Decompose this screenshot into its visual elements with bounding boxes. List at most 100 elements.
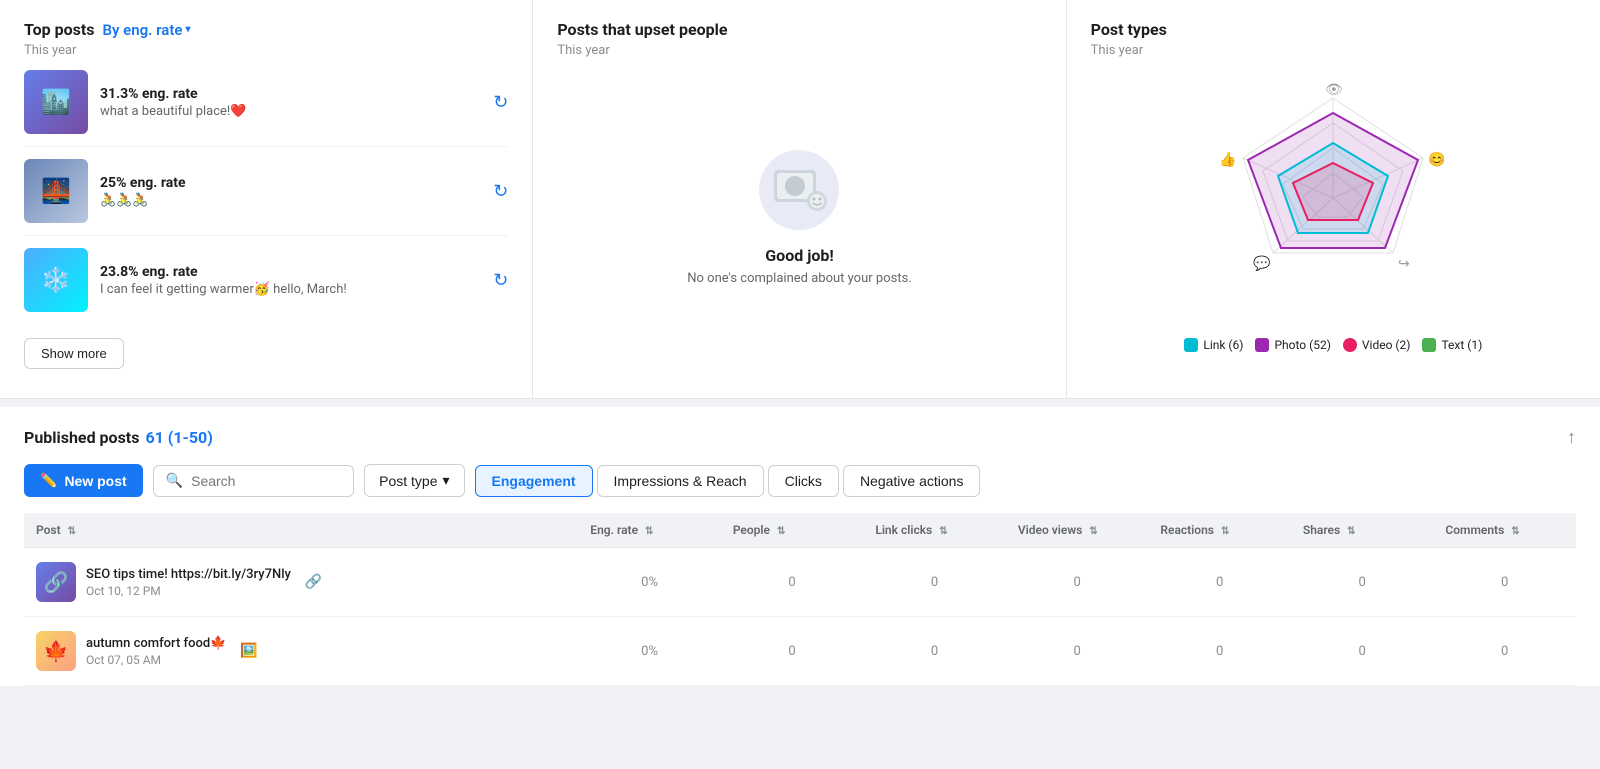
td-video-views-0: 0 (1006, 548, 1149, 617)
list-item: 🌉 25% eng. rate 🚴🚴🚴 ↻ (24, 147, 508, 236)
list-item: 🏙️ 31.3% eng. rate what a beautiful plac… (24, 58, 508, 147)
post-types-panel: Post types This year (1067, 0, 1600, 398)
legend-label-link: Link (6) (1203, 338, 1243, 352)
post-title-1: autumn comfort food🍁 (86, 636, 226, 651)
legend-dot-link (1184, 338, 1198, 352)
list-item: ❄️ 23.8% eng. rate I can feel it getting… (24, 236, 508, 324)
post-type-label: Post type (379, 473, 437, 489)
legend-item-text: Text (1) (1422, 338, 1482, 352)
svg-text:↪: ↪ (1398, 256, 1410, 272)
tab-impressions-reach[interactable]: Impressions & Reach (597, 465, 764, 497)
legend-dot-text (1422, 338, 1436, 352)
sort-icon: ⇅ (777, 526, 785, 537)
top-posts-panel: Top posts By eng. rate ▾ This year 🏙️ 31… (0, 0, 533, 398)
good-job-description: No one's complained about your posts. (687, 271, 911, 286)
radar-chart: 👁 😊 ↪ 💬 👍 (1203, 68, 1463, 328)
post-text: what a beautiful place!❤️ (100, 104, 481, 119)
upset-posts-panel: Posts that upset people This year Good j… (533, 0, 1066, 398)
post-info-0: 🔗 SEO tips time! https://bit.ly/3ry7Nly … (36, 562, 566, 602)
chevron-down-icon: ▾ (185, 24, 190, 35)
th-video-views[interactable]: Video views ⇅ (1006, 513, 1149, 548)
th-eng-rate[interactable]: Eng. rate ⇅ (578, 513, 721, 548)
export-button[interactable]: ↑ (1567, 427, 1576, 448)
td-post-1: 🍁 autumn comfort food🍁 Oct 07, 05 AM 🖼️ (24, 617, 578, 686)
top-posts-period: This year (24, 43, 508, 58)
posts-table: Post ⇅ Eng. rate ⇅ People ⇅ Link clicks … (24, 513, 1576, 686)
search-input[interactable] (191, 473, 341, 489)
post-eng-rate: 31.3% eng. rate (100, 86, 481, 102)
refresh-icon[interactable]: ↻ (493, 92, 508, 113)
th-link-clicks[interactable]: Link clicks ⇅ (863, 513, 1006, 548)
table-row: 🍁 autumn comfort food🍁 Oct 07, 05 AM 🖼️ … (24, 617, 1576, 686)
show-more-button[interactable]: Show more (24, 338, 124, 369)
table-row: 🔗 SEO tips time! https://bit.ly/3ry7Nly … (24, 548, 1576, 617)
post-info: 23.8% eng. rate I can feel it getting wa… (100, 264, 481, 297)
legend-item-video: Video (2) (1343, 338, 1411, 352)
post-type-button[interactable]: Post type ▾ (364, 464, 464, 497)
th-post[interactable]: Post ⇅ (24, 513, 578, 548)
td-link-clicks-1: 0 (863, 617, 1006, 686)
view-tabs: Engagement Impressions & Reach Clicks Ne… (475, 465, 981, 497)
td-people-0: 0 (721, 548, 864, 617)
svg-text:👁: 👁 (1325, 82, 1343, 98)
legend-label-text: Text (1) (1441, 338, 1482, 352)
post-text: 🚴🚴🚴 (100, 193, 481, 208)
good-job-title: Good job! (765, 246, 833, 265)
td-eng-rate-1: 0% (578, 617, 721, 686)
refresh-icon[interactable]: ↻ (493, 181, 508, 202)
svg-text:👍: 👍 (1219, 151, 1236, 168)
tab-clicks[interactable]: Clicks (768, 465, 839, 497)
legend-label-photo: Photo (52) (1274, 338, 1330, 352)
post-date-0: Oct 10, 12 PM (86, 584, 291, 598)
sort-icon: ⇅ (1221, 526, 1229, 537)
image-type-icon: 🖼️ (240, 643, 257, 659)
post-types-period: This year (1091, 43, 1576, 58)
posts-toolbar: ✏️ New post 🔍 Post type ▾ Engagement Imp… (24, 464, 1576, 497)
post-type-chevron-icon: ▾ (442, 472, 449, 489)
td-comments-0: 0 (1433, 548, 1576, 617)
legend-dot-photo (1255, 338, 1269, 352)
search-icon: 🔍 (166, 473, 183, 489)
new-post-button[interactable]: ✏️ New post (24, 464, 143, 497)
post-date-1: Oct 07, 05 AM (86, 653, 226, 667)
published-posts-title-wrap: Published posts 61 (1-50) (24, 428, 213, 447)
post-text-wrap-0: SEO tips time! https://bit.ly/3ry7Nly Oc… (86, 567, 291, 598)
th-people[interactable]: People ⇅ (721, 513, 864, 548)
refresh-icon[interactable]: ↻ (493, 270, 508, 291)
upset-posts-period: This year (557, 43, 1041, 58)
top-posts-title: Top posts (24, 20, 94, 39)
post-info: 31.3% eng. rate what a beautiful place!❤… (100, 86, 481, 119)
th-comments[interactable]: Comments ⇅ (1433, 513, 1576, 548)
post-types-title: Post types (1091, 20, 1167, 39)
table-header-row: Post ⇅ Eng. rate ⇅ People ⇅ Link clicks … (24, 513, 1576, 548)
post-eng-rate: 25% eng. rate (100, 175, 481, 191)
legend-label-video: Video (2) (1362, 338, 1411, 352)
eng-rate-filter[interactable]: By eng. rate ▾ (102, 21, 190, 39)
th-shares[interactable]: Shares ⇅ (1291, 513, 1434, 548)
th-reactions[interactable]: Reactions ⇅ (1148, 513, 1291, 548)
good-job-illustration (759, 150, 839, 230)
post-thumb-0: 🔗 (36, 562, 76, 602)
radar-legend: Link (6) Photo (52) Video (2) Text (1) (1184, 338, 1482, 352)
search-field-wrap[interactable]: 🔍 (153, 465, 354, 497)
sort-icon: ⇅ (1347, 526, 1355, 537)
post-title-0: SEO tips time! https://bit.ly/3ry7Nly (86, 567, 291, 582)
tab-engagement[interactable]: Engagement (475, 465, 593, 497)
svg-text:💬: 💬 (1253, 255, 1271, 272)
td-link-clicks-0: 0 (863, 548, 1006, 617)
svg-text:😊: 😊 (1428, 151, 1445, 168)
post-thumbnail: ❄️ (24, 248, 88, 312)
post-text-wrap-1: autumn comfort food🍁 Oct 07, 05 AM (86, 636, 226, 667)
pencil-icon: ✏️ (40, 472, 57, 489)
upset-posts-title: Posts that upset people (557, 20, 727, 39)
post-text: I can feel it getting warmer🥳 hello, Mar… (100, 282, 481, 297)
td-eng-rate-0: 0% (578, 548, 721, 617)
post-thumbnail: 🌉 (24, 159, 88, 223)
post-thumb-1: 🍁 (36, 631, 76, 671)
tab-negative-actions[interactable]: Negative actions (843, 465, 981, 497)
td-post-0: 🔗 SEO tips time! https://bit.ly/3ry7Nly … (24, 548, 578, 617)
link-type-icon: 🔗 (305, 574, 322, 590)
post-thumbnail: 🏙️ (24, 70, 88, 134)
post-eng-rate: 23.8% eng. rate (100, 264, 481, 280)
published-posts-section: Published posts 61 (1-50) ↑ ✏️ New post … (0, 407, 1600, 686)
